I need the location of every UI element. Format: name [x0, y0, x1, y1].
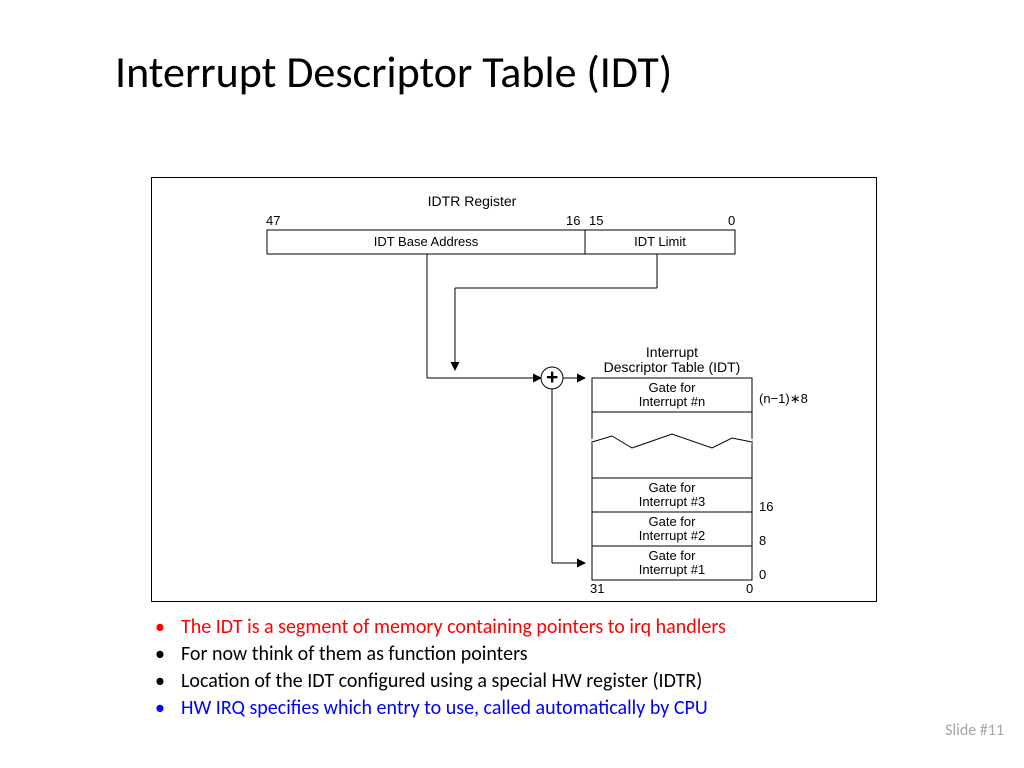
plus-icon: +	[546, 366, 558, 389]
offset-16: 16	[759, 500, 773, 514]
bot-0: 0	[746, 582, 753, 596]
bullet-1: The IDT is a segment of memory containin…	[155, 614, 726, 641]
page-title: Interrupt Descriptor Table (IDT)	[0, 0, 1024, 99]
idt-title-2: Descriptor Table (IDT)	[582, 360, 762, 375]
bullet-list: The IDT is a segment of memory containin…	[155, 614, 726, 722]
bot-31: 31	[590, 582, 604, 596]
offset-8: 8	[759, 534, 766, 548]
base-address-label: IDT Base Address	[267, 235, 585, 249]
bullet-4: HW IRQ specifies which entry to use, cal…	[155, 695, 726, 722]
gate-2-2: Interrupt #2	[592, 529, 752, 543]
bullet-3: Location of the IDT configured using a s…	[155, 668, 726, 695]
slide-number: Slide #11	[945, 721, 1004, 740]
limit-label: IDT Limit	[585, 235, 735, 249]
offset-0: 0	[759, 568, 766, 582]
gate-n-2: Interrupt #n	[592, 395, 752, 409]
diagram-container: IDTR Register 47 16 15 0	[151, 177, 877, 602]
gate-1-2: Interrupt #1	[592, 563, 752, 577]
gate-3-2: Interrupt #3	[592, 495, 752, 509]
offset-n: (n−1)∗8	[759, 392, 808, 406]
bullet-2: For now think of them as function pointe…	[155, 641, 726, 668]
